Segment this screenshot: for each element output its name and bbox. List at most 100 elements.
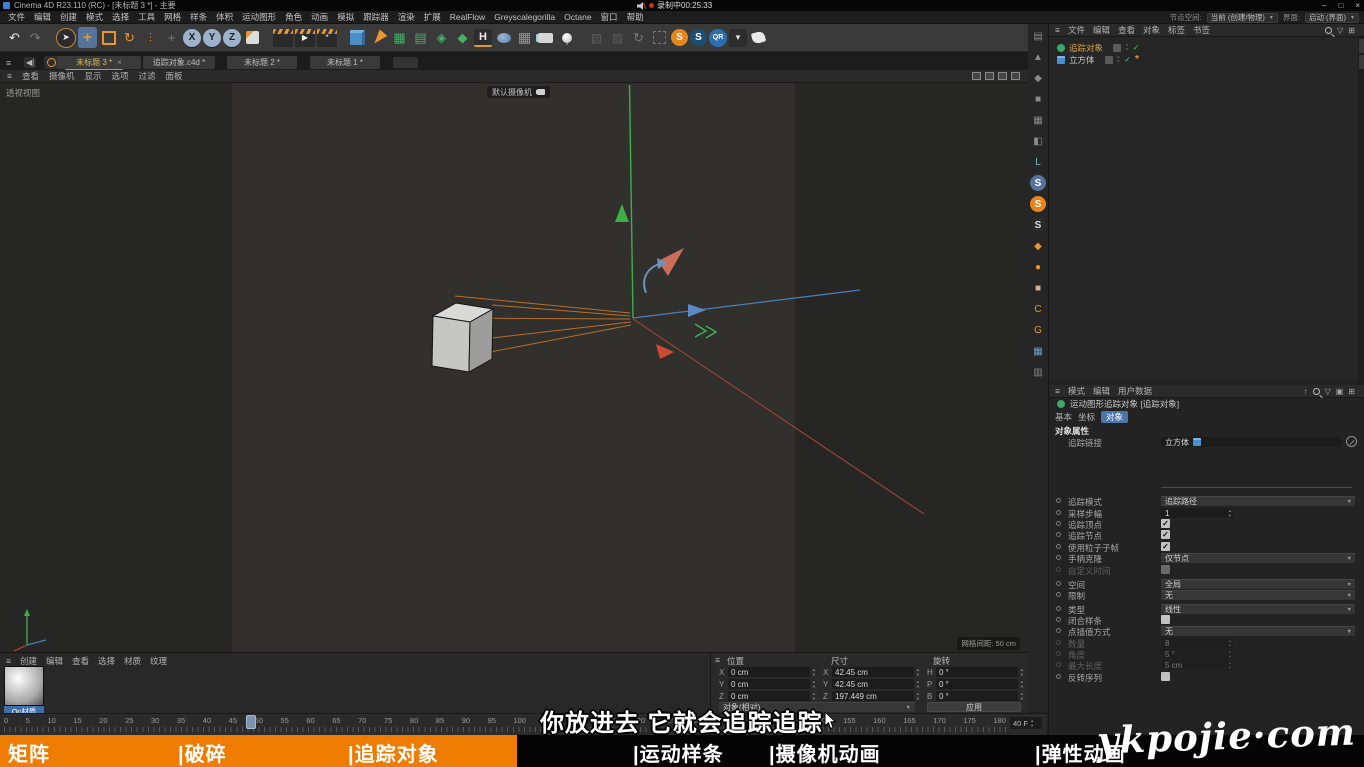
keyframe-ring-icon[interactable] bbox=[1056, 592, 1061, 597]
light-icon[interactable] bbox=[557, 27, 576, 48]
x-axis-arrow-icon[interactable] bbox=[688, 304, 706, 317]
menu-item[interactable]: 工具 bbox=[138, 11, 155, 23]
apply-button[interactable]: 应用 bbox=[927, 702, 1021, 712]
toolbar-sep[interactable] bbox=[339, 27, 346, 48]
enabled-check-icon[interactable]: ✓ bbox=[1133, 43, 1140, 52]
camera-icon[interactable] bbox=[536, 27, 555, 48]
quad-view-icon[interactable] bbox=[998, 72, 1007, 80]
hamburger-icon[interactable]: ≡ bbox=[7, 71, 12, 81]
attr-menu-mode[interactable]: 模式 bbox=[1068, 385, 1085, 397]
redo-icon[interactable]: ↷ bbox=[26, 27, 45, 48]
rotation-h-field[interactable]: H0 °▴▾ bbox=[927, 667, 1023, 677]
om-menu-edit[interactable]: 编辑 bbox=[1093, 24, 1110, 36]
palette-grid-icon[interactable]: ▦ bbox=[1030, 112, 1046, 128]
menu-item[interactable]: 编辑 bbox=[34, 11, 51, 23]
trace-link-field[interactable]: 立方体 bbox=[1161, 437, 1341, 447]
menu-item[interactable]: 模式 bbox=[86, 11, 103, 23]
grid-blue-icon[interactable]: ▦ bbox=[1030, 343, 1046, 359]
y-axis-arrow-icon[interactable] bbox=[615, 204, 629, 222]
tree-row-cube[interactable]: 立方体 ∘∘ ✓ * bbox=[1057, 54, 1139, 65]
tab-trace-object[interactable]: 追踪对象.c4d * bbox=[143, 56, 215, 69]
c4d-c-icon[interactable]: C bbox=[1030, 301, 1046, 317]
layer-tag-icon[interactable] bbox=[1113, 44, 1121, 52]
viewport-menu-options[interactable]: 选项 bbox=[112, 70, 129, 82]
viewport-menu-filter[interactable]: 过滤 bbox=[139, 70, 156, 82]
deformer-icon[interactable]: H bbox=[474, 29, 492, 47]
palette-pen-icon[interactable]: ▲ bbox=[1030, 49, 1046, 65]
node-space-dropdown[interactable]: 当前 (创建/物理)▼ bbox=[1207, 13, 1278, 23]
hamburger-icon[interactable]: ≡ bbox=[6, 58, 11, 68]
close-icon[interactable]: × bbox=[117, 58, 122, 67]
tan-square-icon[interactable]: ■ bbox=[1030, 280, 1046, 296]
cloner-icon[interactable]: ▦ bbox=[390, 27, 409, 48]
camera-toggle-icon[interactable] bbox=[537, 89, 545, 95]
disabled-tool-icon[interactable]: ▧ bbox=[587, 27, 606, 48]
size-x-field[interactable]: X42.45 cm▴▾ bbox=[823, 667, 919, 677]
effector-icon[interactable]: ◈ bbox=[432, 27, 451, 48]
size-z-field[interactable]: Z197.449 cm▴▾ bbox=[823, 691, 919, 701]
cube-primitive-icon[interactable] bbox=[348, 27, 367, 48]
3d-viewport[interactable]: 透视视图 默认摄像机 网格间距: 50 cm bbox=[0, 83, 1028, 652]
matrix-icon[interactable]: ▤ bbox=[411, 27, 430, 48]
lock-icon[interactable]: ▣ bbox=[1336, 387, 1344, 396]
palette-solid-icon[interactable]: ■ bbox=[1030, 91, 1046, 107]
blue-handle-icon[interactable] bbox=[644, 264, 659, 293]
mat-menu-texture[interactable]: 纹理 bbox=[150, 655, 167, 667]
search-icon[interactable] bbox=[1325, 27, 1332, 34]
arrow-up-icon[interactable]: ↑ bbox=[1304, 387, 1308, 396]
menu-item[interactable]: 动画 bbox=[311, 11, 328, 23]
space-dropdown[interactable]: 全局▼ bbox=[1161, 579, 1355, 589]
menu-item[interactable]: 样条 bbox=[190, 11, 207, 23]
refresh-icon[interactable]: ↻ bbox=[629, 27, 648, 48]
tree-row-tracer[interactable]: 追踪对象 ∘∘ ✓ bbox=[1057, 42, 1139, 53]
menu-item[interactable]: 渲染 bbox=[398, 11, 415, 23]
hamburger-icon[interactable]: ≡ bbox=[715, 655, 720, 665]
hamburger-icon[interactable]: ≡ bbox=[1055, 386, 1060, 396]
tab-untitled-1[interactable]: 未标题 1 * bbox=[310, 56, 380, 69]
om-scrollbar[interactable] bbox=[1358, 37, 1364, 392]
om-menu-file[interactable]: 文件 bbox=[1068, 24, 1085, 36]
rotate-tool-icon[interactable]: ↻ bbox=[120, 27, 139, 48]
mograph-tag-icon[interactable]: * bbox=[1135, 54, 1139, 65]
solo-icon[interactable]: ▼ bbox=[729, 29, 747, 47]
keyframe-ring-icon[interactable] bbox=[1056, 498, 1061, 503]
menu-item[interactable]: 窗口 bbox=[601, 11, 618, 23]
palette-browser-icon[interactable]: ▤ bbox=[1030, 28, 1046, 44]
material-thumbnail[interactable] bbox=[4, 666, 44, 706]
region-icon[interactable] bbox=[650, 27, 669, 48]
minimize-button[interactable]: – bbox=[1322, 1, 1326, 10]
split-view-icon[interactable] bbox=[985, 72, 994, 80]
render-picture-viewer-icon[interactable]: ▶ bbox=[295, 29, 315, 47]
visibility-dots-icon[interactable]: ∘∘ bbox=[1117, 56, 1121, 64]
render-view-icon[interactable] bbox=[273, 29, 293, 47]
keyframe-ring-icon[interactable] bbox=[1056, 544, 1061, 549]
keyframe-ring-icon[interactable] bbox=[1056, 628, 1061, 633]
attr-menu-edit[interactable]: 编辑 bbox=[1093, 385, 1110, 397]
palette-gem-icon[interactable]: ◆ bbox=[1030, 70, 1046, 86]
om-menu-tag[interactable]: 标签 bbox=[1168, 24, 1185, 36]
array-icon[interactable]: ▦ bbox=[515, 27, 534, 48]
maximize-button[interactable]: □ bbox=[1338, 1, 1343, 10]
sketch-style-icon[interactable]: S bbox=[690, 29, 707, 46]
c4d-g-icon[interactable]: G bbox=[1030, 322, 1046, 338]
attr-menu-userdata[interactable]: 用户数据 bbox=[1118, 385, 1152, 397]
menu-item[interactable]: 体积 bbox=[216, 11, 233, 23]
limit-dropdown[interactable]: 无▼ bbox=[1161, 590, 1355, 600]
mat-menu-select[interactable]: 选择 bbox=[98, 655, 115, 667]
menu-item[interactable]: RealFlow bbox=[450, 12, 485, 22]
keyframe-ring-icon[interactable] bbox=[1056, 521, 1061, 526]
viewport-menu-view[interactable]: 查看 bbox=[22, 70, 39, 82]
viewport-menu-camera[interactable]: 摄像机 bbox=[49, 70, 75, 82]
z-axis-lock-icon[interactable]: Z bbox=[223, 29, 241, 47]
menu-item[interactable]: 角色 bbox=[285, 11, 302, 23]
keyframe-ring-icon[interactable] bbox=[1056, 555, 1061, 560]
qr-icon[interactable]: QR bbox=[709, 29, 727, 47]
move-tool-icon[interactable]: + bbox=[78, 27, 97, 48]
layer-tag-icon[interactable] bbox=[1105, 56, 1113, 64]
search-icon[interactable] bbox=[1313, 388, 1320, 395]
position-y-field[interactable]: Y0 cm▴▾ bbox=[719, 679, 815, 689]
om-menu-view[interactable]: 查看 bbox=[1118, 24, 1135, 36]
object-name[interactable]: 立方体 bbox=[1069, 54, 1095, 66]
sketch-blue-icon[interactable]: S bbox=[1030, 175, 1046, 191]
visibility-dots-icon[interactable]: ∘∘ bbox=[1125, 44, 1129, 52]
